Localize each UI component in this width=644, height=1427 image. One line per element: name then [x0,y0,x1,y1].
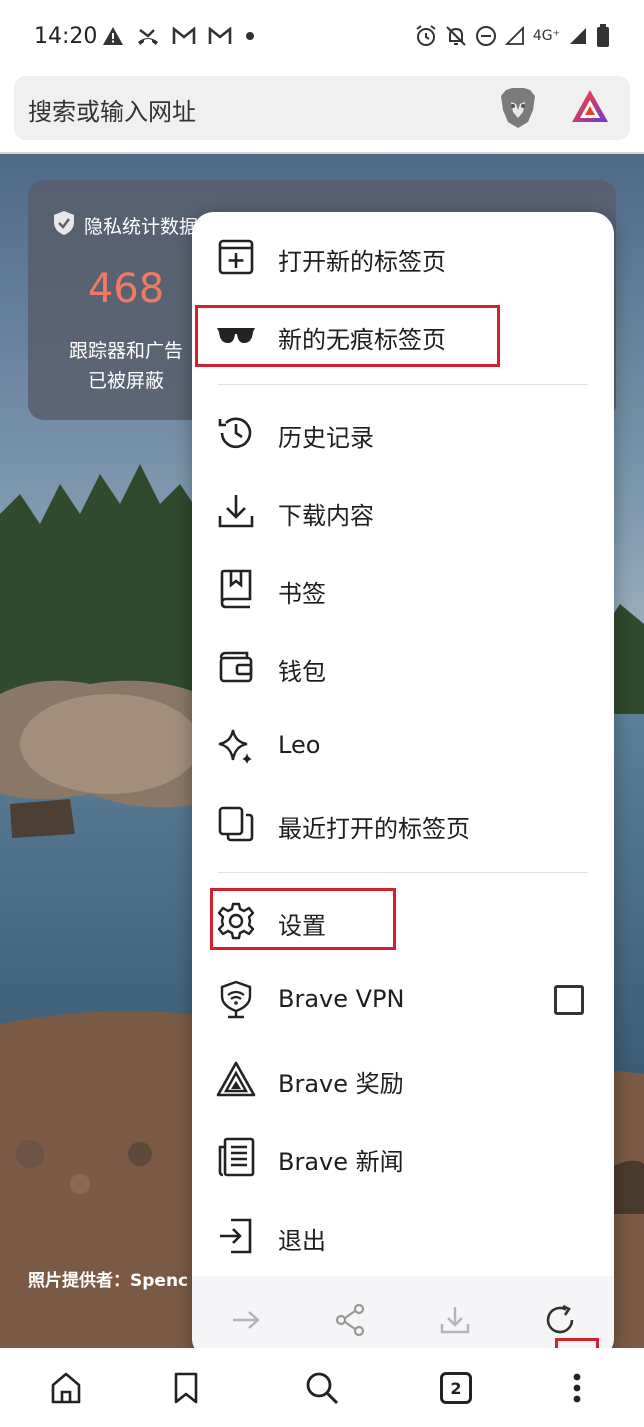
menu-item-exit[interactable]: 退出 [192,1201,614,1271]
new-tab-icon [216,237,256,277]
shield-check-icon [52,210,76,241]
home-icon[interactable] [46,1368,86,1408]
warning-icon [102,24,124,48]
more-icon[interactable] [557,1368,597,1408]
download-icon [216,491,256,531]
signal-icon [504,24,525,48]
tab-count: 2 [440,1372,472,1404]
alarm-icon [415,24,437,48]
address-bar-placeholder[interactable]: 搜索或输入网址 [28,92,196,127]
overflow-menu: 打开新的标签页 新的无痕标签页 历史记录 下载内容 书签 钱包 Leo 最近打开… [192,212,614,1360]
vpn-icon [216,980,256,1020]
menu-divider [218,384,588,385]
privacy-stats-title: 隐私统计数据 [84,216,199,238]
network-type: 4G⁺ [532,28,560,44]
wallet-icon [216,647,256,687]
news-icon [216,1137,256,1177]
exit-icon [216,1216,256,1256]
photo-credit[interactable]: 照片提供者：Spenc [28,1266,188,1291]
highlight-new-private-tab [195,305,500,367]
forward-icon[interactable] [226,1300,266,1340]
search-icon[interactable] [302,1368,342,1408]
highlight-settings [210,888,396,950]
menu-item-recent-tabs[interactable]: 最近打开的标签页 [192,789,614,859]
menu-item-bookmarks[interactable]: 书签 [192,554,614,624]
share-icon[interactable] [330,1300,370,1340]
address-bar[interactable]: 搜索或输入网址 [14,76,630,140]
recent-tabs-icon [216,804,256,844]
menu-item-history[interactable]: 历史记录 [192,398,614,468]
menu-item-brave-news[interactable]: Brave 新闻 [192,1122,614,1192]
brave-rewards-icon[interactable] [570,88,610,130]
dot-icon [244,24,256,48]
gmail-icon [172,24,196,48]
history-icon [216,413,256,453]
leo-icon [216,726,256,766]
signal-icon [568,24,588,48]
menu-divider [218,872,588,873]
tabs-icon[interactable]: 2 [436,1368,476,1408]
menu-item-leo[interactable]: Leo [192,711,614,781]
battery-icon [596,24,610,48]
do-not-disturb-icon [475,24,497,48]
menu-item-new-tab[interactable]: 打开新的标签页 [192,222,614,292]
bottom-toolbar: 2 [0,1348,644,1427]
reload-icon[interactable] [540,1300,580,1340]
rewards-icon [216,1059,256,1099]
download-page-icon[interactable] [435,1300,475,1340]
status-time: 14:20 [34,24,98,49]
menu-item-brave-vpn[interactable]: Brave VPN [192,965,614,1035]
menu-item-downloads[interactable]: 下载内容 [192,476,614,546]
brave-vpn-checkbox[interactable] [554,985,584,1015]
bookmark-icon[interactable] [166,1368,206,1408]
brave-shields-icon[interactable] [498,86,538,134]
notifications-off-icon [445,24,467,48]
bookmarks-icon [216,569,256,609]
gmail-icon [208,24,232,48]
menu-item-wallet[interactable]: 钱包 [192,632,614,702]
missed-call-icon [136,24,160,48]
menu-item-brave-rewards[interactable]: Brave 奖励 [192,1044,614,1114]
status-bar: 14:20 4G⁺ [0,0,644,74]
